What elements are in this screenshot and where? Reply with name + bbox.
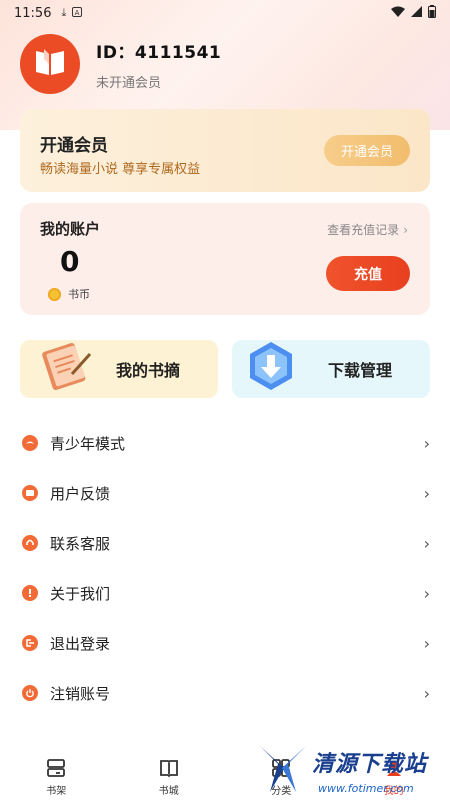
open-book-icon — [33, 47, 67, 81]
book-icon — [159, 757, 179, 779]
nav-category[interactable]: 分类 — [225, 748, 338, 800]
user-icon — [384, 757, 404, 779]
vip-title: 开通会员 — [40, 136, 108, 156]
menu-item-about-us[interactable]: 关于我们 › — [0, 568, 450, 618]
category-icon — [271, 757, 291, 779]
download-manager-label: 下载管理 — [328, 361, 393, 380]
menu-item-logout[interactable]: 退出登录 › — [0, 618, 450, 668]
leaf-icon — [22, 435, 38, 451]
coin-balance: 0 — [60, 245, 80, 278]
vip-card[interactable]: 开通会员 畅读海量小说 尊享专属权益 开通会员 — [20, 109, 430, 192]
bookshelf-icon — [46, 757, 66, 779]
account-title: 我的账户 — [40, 220, 101, 238]
chevron-right-icon: › — [423, 533, 430, 553]
profile-header: ID：4111541 未开通会员 — [20, 34, 221, 94]
chevron-right-icon: › — [423, 483, 430, 503]
menu-item-customer-service[interactable]: 联系客服 › — [0, 518, 450, 568]
menu-item-teen-mode[interactable]: 青少年模式 › — [0, 418, 450, 468]
chevron-right-icon: › — [403, 222, 408, 237]
recharge-button[interactable]: 充值 — [326, 256, 410, 291]
download-status-icon: ⤓ — [61, 6, 67, 19]
currency-label-row: 书币 — [48, 286, 90, 302]
chevron-right-icon: › — [423, 433, 430, 453]
menu-label: 关于我们 — [50, 584, 111, 603]
bottom-navigation: 书架 书城 分类 我的 — [0, 748, 450, 800]
download-shield-icon — [246, 338, 296, 398]
chevron-right-icon: › — [423, 683, 430, 703]
headset-icon — [22, 535, 38, 551]
recharge-record-label: 查看充值记录 — [327, 223, 400, 237]
menu-label: 用户反馈 — [50, 484, 111, 503]
account-card: 我的账户 查看充值记录 › 0 书币 充值 — [20, 203, 430, 315]
logout-icon — [22, 635, 38, 651]
signal-icon — [411, 5, 422, 21]
nav-label: 分类 — [271, 786, 292, 797]
nav-label: 我的 — [383, 786, 404, 797]
coin-icon — [48, 287, 61, 301]
menu-label: 联系客服 — [50, 534, 111, 553]
user-id: ID：4111541 — [96, 42, 222, 63]
my-notes-label: 我的书摘 — [116, 361, 181, 380]
font-status-icon: A — [72, 6, 83, 20]
recharge-record-link[interactable]: 查看充值记录 › — [327, 221, 408, 238]
nav-mine[interactable]: 我的 — [338, 748, 450, 800]
power-icon — [22, 685, 38, 701]
svg-text:A: A — [75, 9, 80, 17]
status-time: 11:56 — [14, 5, 52, 21]
nav-label: 书城 — [158, 786, 179, 797]
menu-item-feedback[interactable]: 用户反馈 › — [0, 468, 450, 518]
settings-menu: 青少年模式 › 用户反馈 › 联系客服 › 关于我们 › 退出登录 › 注销账号 — [0, 418, 450, 718]
my-notes-tile[interactable]: 我的书摘 — [20, 340, 218, 398]
status-bar: 11:56 ⤓ A — [0, 0, 450, 26]
currency-label: 书币 — [68, 288, 90, 301]
open-vip-button[interactable]: 开通会员 — [324, 135, 410, 166]
menu-label: 青少年模式 — [50, 434, 126, 453]
info-icon — [22, 585, 38, 601]
nav-bookshelf[interactable]: 书架 — [0, 748, 113, 800]
menu-item-delete-account[interactable]: 注销账号 › — [0, 668, 450, 718]
wifi-icon — [391, 6, 405, 21]
member-status: 未开通会员 — [96, 75, 162, 91]
download-manager-tile[interactable]: 下载管理 — [232, 340, 430, 398]
notebook-icon — [36, 336, 94, 396]
nav-bookstore[interactable]: 书城 — [113, 748, 226, 800]
battery-icon — [428, 4, 436, 22]
menu-label: 退出登录 — [50, 634, 111, 653]
avatar[interactable] — [20, 34, 80, 94]
feedback-icon — [22, 485, 38, 501]
vip-subtitle: 畅读海量小说 尊享专属权益 — [40, 162, 201, 177]
chevron-right-icon: › — [423, 633, 430, 653]
menu-label: 注销账号 — [50, 684, 111, 703]
chevron-right-icon: › — [423, 583, 430, 603]
nav-label: 书架 — [46, 786, 67, 797]
